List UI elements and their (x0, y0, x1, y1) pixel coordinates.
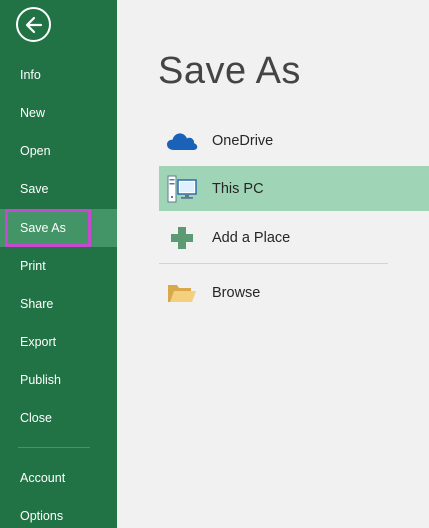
nav-item-label: Close (20, 411, 52, 425)
nav-item-label: Info (20, 68, 41, 82)
nav-item-label: New (20, 106, 46, 120)
nav-item-options[interactable]: Options (0, 497, 117, 528)
place-onedrive[interactable]: OneDrive (159, 118, 429, 163)
sidebar-divider (18, 447, 90, 448)
nav-item-export[interactable]: Export (0, 323, 117, 361)
nav-item-save[interactable]: Save (0, 170, 117, 208)
place-browse[interactable]: Browse (159, 270, 429, 315)
back-button[interactable] (16, 7, 51, 42)
place-this-pc[interactable]: This PC (159, 166, 429, 211)
page-title: Save As (158, 50, 301, 92)
place-label: Add a Place (212, 229, 291, 246)
place-label: Browse (212, 284, 261, 301)
backstage-sidebar: Info New Open Save Save As Print Share E… (0, 0, 117, 528)
nav-item-open[interactable]: Open (0, 132, 117, 170)
nav-item-label: Open (20, 144, 51, 158)
cloud-icon (165, 118, 199, 163)
place-add-a-place[interactable]: Add a Place (159, 215, 429, 260)
places-divider (159, 263, 388, 264)
nav-item-new[interactable]: New (0, 94, 117, 132)
back-arrow-icon (25, 16, 42, 33)
nav-item-account[interactable]: Account (0, 459, 117, 497)
folder-icon (165, 270, 199, 315)
nav-item-label: Account (20, 471, 66, 485)
nav-item-close[interactable]: Close (0, 399, 117, 437)
place-label: This PC (212, 180, 264, 197)
nav-item-label: Save (20, 182, 49, 196)
place-label: OneDrive (212, 132, 274, 149)
nav-item-label: Publish (20, 373, 61, 387)
nav-item-info[interactable]: Info (0, 56, 117, 94)
nav-item-label: Share (20, 297, 54, 311)
nav-item-label: Export (20, 335, 57, 349)
nav-item-label: Options (20, 509, 64, 523)
nav-item-publish[interactable]: Publish (0, 361, 117, 399)
nav-item-share[interactable]: Share (0, 285, 117, 323)
plus-icon (165, 215, 199, 260)
nav-item-print[interactable]: Print (0, 247, 117, 285)
nav-item-label: Print (20, 259, 46, 273)
computer-icon (165, 166, 199, 211)
save-as-highlight-box (5, 209, 91, 247)
